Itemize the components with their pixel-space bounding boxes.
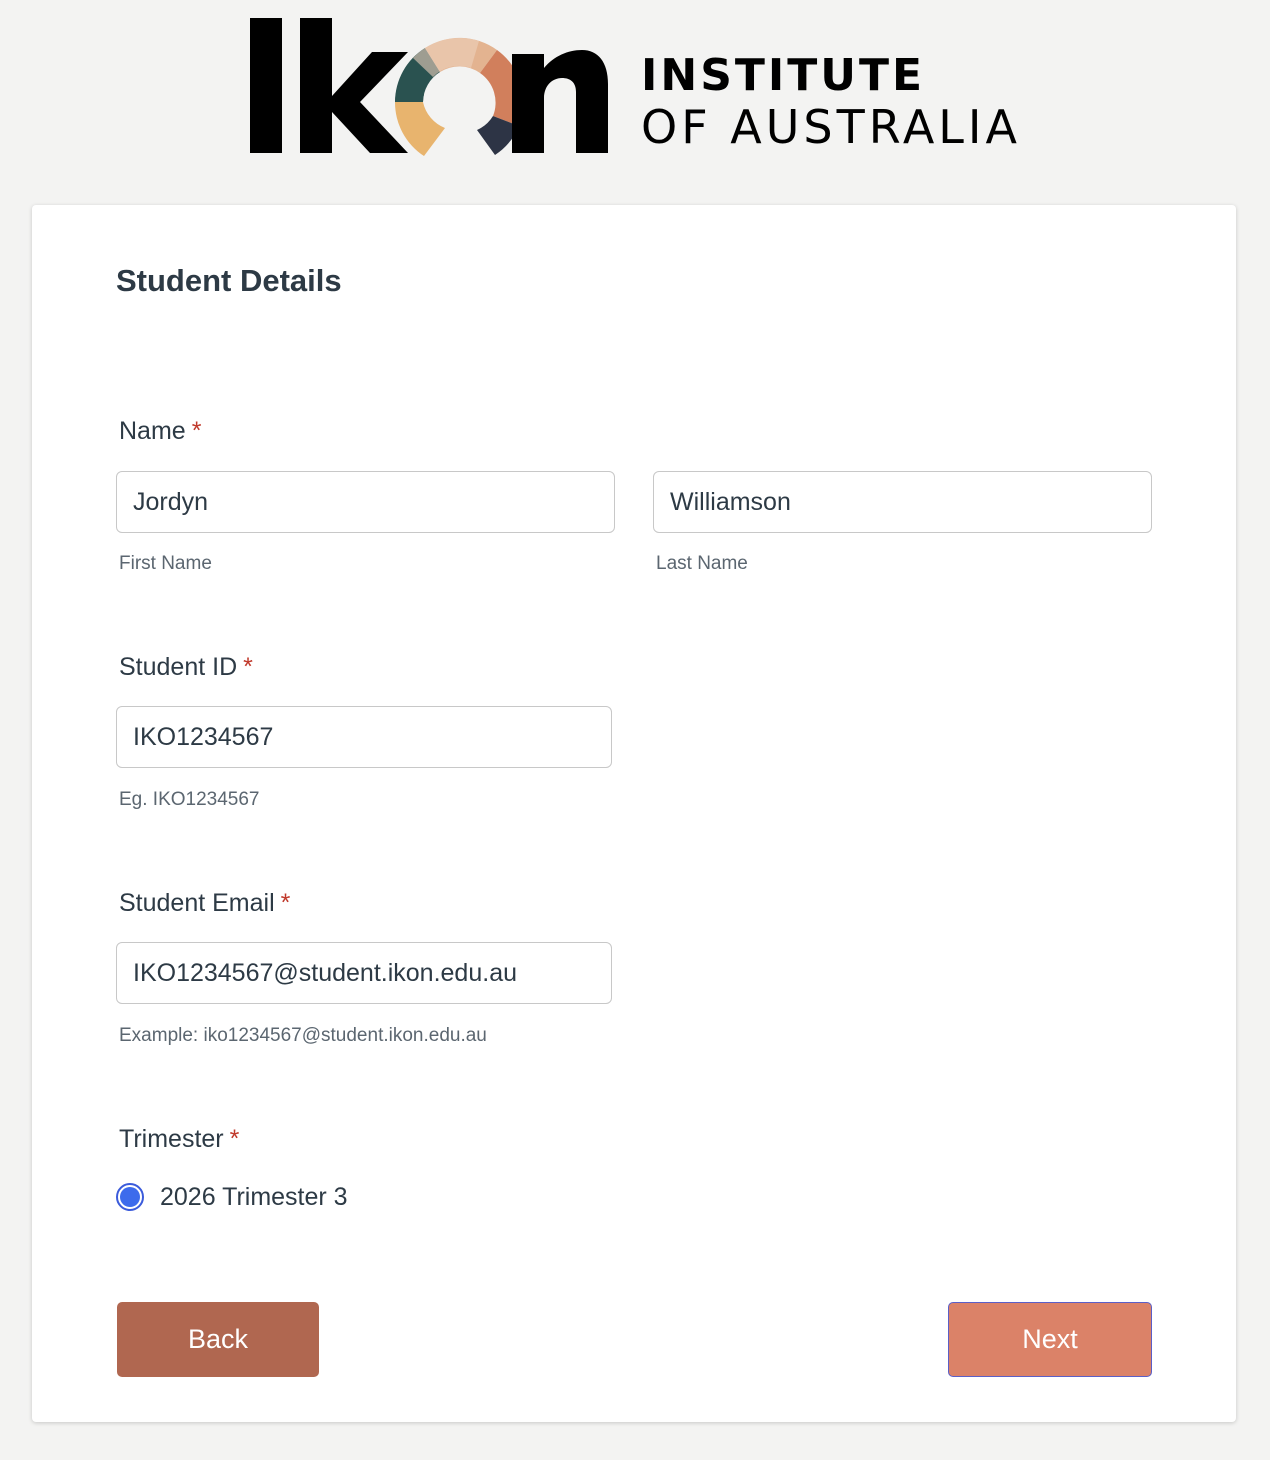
name-label: Name * (119, 417, 201, 446)
back-button[interactable]: Back (117, 1302, 319, 1377)
student-id-label: Student ID * (119, 653, 253, 682)
trimester-label: Trimester * (119, 1125, 239, 1154)
ikon-logo: INSTITUTE OF AUSTRALIA (248, 18, 1028, 158)
next-button[interactable]: Next (948, 1302, 1152, 1377)
logo-line-of-australia: OF AUSTRALIA (641, 100, 1021, 154)
last-name-sublabel: Last Name (656, 553, 748, 574)
required-asterisk: * (191, 417, 202, 445)
student-email-label-text: Student Email (119, 889, 275, 917)
last-name-input[interactable] (653, 471, 1152, 533)
student-id-label-text: Student ID (119, 653, 238, 681)
radio-button[interactable] (116, 1183, 144, 1211)
required-asterisk: * (243, 653, 253, 681)
name-label-text: Name (119, 417, 186, 445)
trimester-option-2026-t3[interactable]: 2026 Trimester 3 (116, 1177, 348, 1217)
required-asterisk: * (229, 1125, 240, 1153)
trimester-label-text: Trimester (119, 1125, 224, 1153)
logo-text: INSTITUTE OF AUSTRALIA (641, 50, 1021, 154)
first-name-sublabel: First Name (119, 553, 212, 574)
student-id-input[interactable] (116, 706, 612, 768)
ikon-wordmark-graphic (250, 18, 608, 156)
student-email-input[interactable] (116, 942, 612, 1004)
student-email-hint: Example: iko1234567@student.ikon.edu.au (119, 1025, 487, 1046)
first-name-input[interactable] (116, 471, 615, 533)
page-title: Student Details (116, 263, 342, 298)
trimester-option-label: 2026 Trimester 3 (160, 1182, 348, 1211)
student-details-card: Student Details Name* First Name Last Na… (32, 205, 1236, 1422)
radio-selected-dot (120, 1187, 140, 1207)
student-id-hint: Eg. IKO1234567 (119, 789, 260, 810)
required-asterisk: * (280, 889, 291, 917)
logo-line-institute: INSTITUTE (641, 50, 926, 101)
student-email-label: Student Email * (119, 889, 290, 918)
